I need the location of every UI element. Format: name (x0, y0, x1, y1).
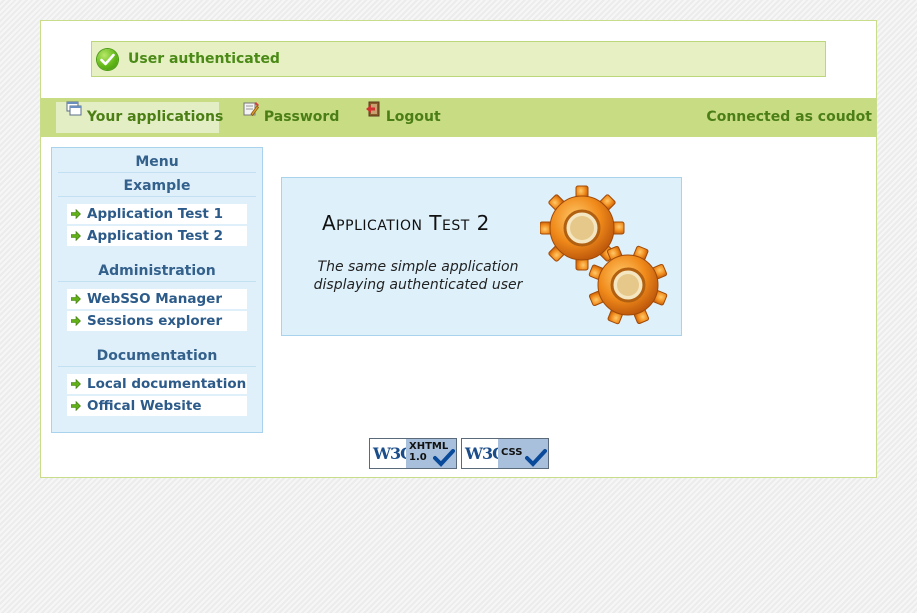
checkmark-icon (433, 449, 455, 467)
application-card[interactable]: Application Test 2 The same simple appli… (281, 177, 682, 336)
green-arrow-icon (71, 316, 81, 326)
logout-icon (365, 98, 381, 129)
sidebar-link-label: Sessions explorer (87, 313, 223, 329)
password-icon (243, 98, 260, 129)
green-arrow-icon (71, 294, 81, 304)
tab-password[interactable]: Password (243, 101, 340, 133)
section-title-administration: Administration (58, 263, 256, 282)
sidebar-link-offical-website[interactable]: Offical Website (67, 396, 247, 416)
sidebar-link-label: Local documentation (87, 376, 247, 392)
badge-tag: CSS (498, 439, 548, 468)
sidebar-link-websso-manager[interactable]: WebSSO Manager (67, 289, 247, 309)
w3c-xhtml-badge[interactable]: W3C XHTML 1.0 (369, 438, 457, 469)
checkmark-circle-icon (97, 49, 118, 70)
connected-user-text: Connected as coudot (706, 109, 872, 125)
tab-your-applications[interactable]: Your applications (56, 101, 223, 133)
gears-icon (540, 185, 668, 325)
main-container: User authenticated Your applications Pas… (40, 20, 877, 478)
green-arrow-icon (71, 401, 81, 411)
sidebar-link-label: WebSSO Manager (87, 291, 222, 307)
green-arrow-icon (71, 379, 81, 389)
auth-message-text: User authenticated (128, 51, 280, 67)
badge-tag: XHTML 1.0 (406, 439, 456, 468)
sidebar-link-application-test-1[interactable]: Application Test 1 (67, 204, 247, 224)
green-arrow-icon (71, 231, 81, 241)
application-title: Application Test 2 (322, 211, 490, 235)
sidebar-link-label: Application Test 2 (87, 228, 223, 244)
sidebar-heading: Menu (58, 154, 256, 173)
tab-label: Password (263, 109, 340, 125)
auth-message-box: User authenticated (91, 41, 826, 77)
section-title-documentation: Documentation (58, 348, 256, 367)
applications-icon (66, 98, 82, 129)
green-arrow-icon (71, 209, 81, 219)
checkmark-icon (525, 449, 547, 467)
application-description: The same simple application displaying a… (313, 259, 523, 293)
top-menu-bar: Your applications Password Logout Connec… (41, 98, 876, 137)
sidebar-link-label: Offical Website (87, 398, 202, 414)
badge-label-line1: CSS (501, 447, 523, 458)
tab-label: Logout (385, 109, 441, 125)
sidebar-link-sessions-explorer[interactable]: Sessions explorer (67, 311, 247, 331)
sidebar-link-local-documentation[interactable]: Local documentation (67, 374, 247, 394)
badge-label: CSS (501, 447, 522, 458)
sidebar-link-application-test-2[interactable]: Application Test 2 (67, 226, 247, 246)
sidebar-link-label: Application Test 1 (87, 206, 223, 222)
sidebar-menu: Menu Example Application Test 1 Applicat… (51, 147, 263, 433)
section-title-example: Example (58, 178, 256, 197)
tab-label: Your applications (86, 109, 224, 125)
badge-label-line2: 1.0 (409, 452, 427, 463)
tab-logout[interactable]: Logout (365, 101, 441, 133)
w3c-css-badge[interactable]: W3C CSS (461, 438, 549, 469)
